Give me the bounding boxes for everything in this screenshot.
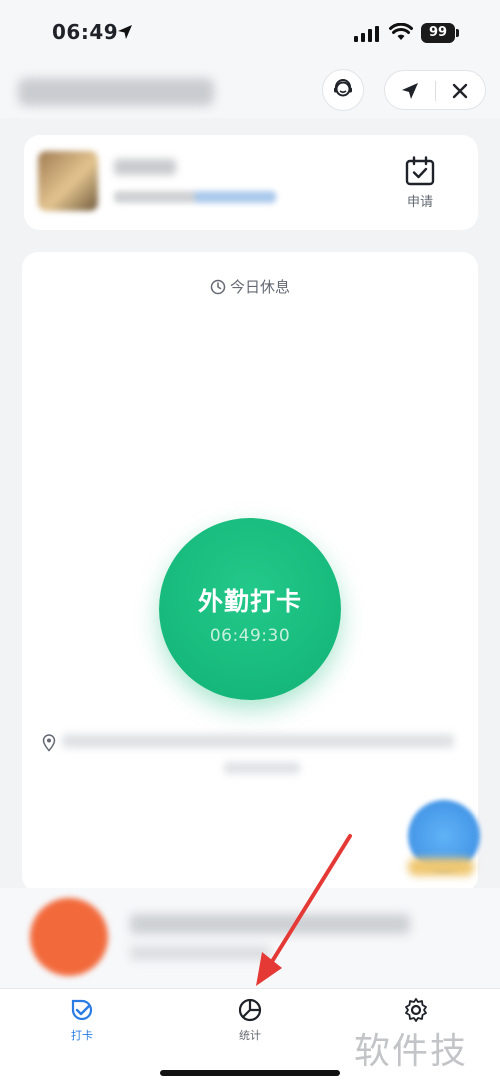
clock-icon — [210, 279, 226, 295]
blurred-user-name — [114, 159, 176, 175]
capsule-menu — [384, 70, 486, 110]
wifi-icon — [389, 23, 413, 40]
tab-statistics[interactable]: 统计 — [220, 997, 280, 1043]
capsule-divider — [435, 81, 436, 101]
pie-chart-icon — [238, 998, 262, 1022]
customer-service-button[interactable] — [322, 69, 364, 111]
mini-app-header — [0, 66, 500, 118]
battery-indicator: 99 — [421, 23, 455, 43]
blurred-location-text-2 — [224, 762, 300, 774]
apply-label: 申请 — [406, 195, 433, 210]
navigation-arrow-icon[interactable] — [399, 80, 421, 102]
tab-settings[interactable] — [386, 997, 446, 1023]
blurred-notice-banner[interactable] — [0, 888, 500, 988]
notice-avatar — [30, 898, 108, 976]
user-avatar — [38, 151, 98, 211]
floating-assistant-base — [408, 858, 474, 876]
calendar-check-icon — [405, 156, 435, 186]
settings-icon — [405, 998, 427, 1022]
user-card: 申请 — [24, 135, 478, 230]
blurred-notice-subtitle — [130, 946, 270, 960]
blurred-location-text — [62, 734, 454, 748]
customer-service-icon — [334, 79, 352, 97]
tab-statistics-label: 统计 — [239, 1029, 261, 1042]
rest-label: 今日休息 — [229, 278, 290, 296]
status-time: 06:49 — [52, 20, 119, 44]
checkin-card: 今日休息 外勤打卡 06:49:30 — [22, 252, 478, 892]
battery-tip — [456, 29, 459, 37]
blurred-page-title — [18, 78, 214, 106]
cellular-signal-icon — [354, 26, 379, 42]
tab-checkin-label: 打卡 — [71, 1029, 93, 1042]
blurred-user-subtitle — [114, 191, 276, 203]
blurred-notice-title — [130, 914, 410, 934]
rest-status: 今日休息 — [22, 276, 478, 297]
checkin-time: 06:49:30 — [209, 626, 291, 646]
location-arrow-icon — [118, 25, 132, 39]
status-bar: 06:49 99 — [0, 0, 500, 66]
watermark: 软件技巧 — [354, 1031, 469, 1084]
apply-button[interactable]: 申请 — [396, 155, 444, 215]
home-indicator — [160, 1070, 340, 1076]
close-icon[interactable] — [449, 80, 471, 102]
location-pin-icon — [42, 734, 56, 752]
checkin-label: 外勤打卡 — [197, 587, 302, 616]
checkin-tab-icon — [71, 999, 93, 1021]
tab-checkin[interactable]: 打卡 — [52, 997, 112, 1043]
field-checkin-button[interactable]: 外勤打卡 06:49:30 — [159, 518, 341, 700]
